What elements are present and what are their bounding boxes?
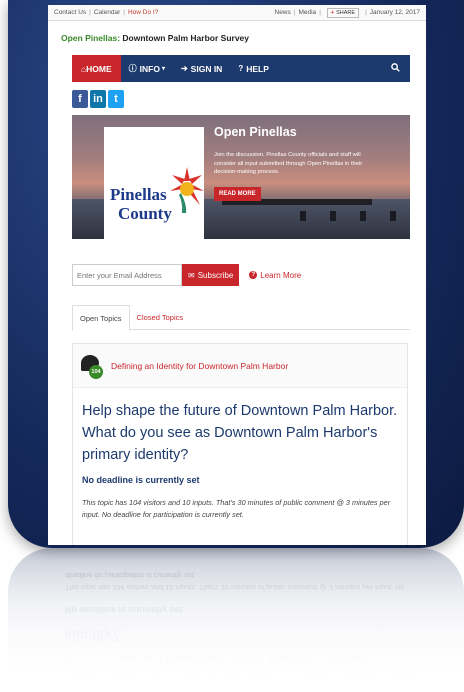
envelope-icon: ✉ [188, 270, 195, 280]
nav-home[interactable]: ⌂ HOME [72, 55, 121, 82]
learn-more-link[interactable]: ? Learn More [249, 271, 301, 280]
nav-help[interactable]: ? HELP [230, 64, 277, 74]
main-nav: ⌂ HOME ⓘ INFO ▾ ➔ SIGN IN ? HELP [72, 55, 410, 82]
learn-more-label: Learn More [260, 270, 302, 280]
hero-banner: Pinellas County Open Pinellas Join the d… [72, 115, 410, 239]
logo-line1: Pinellas [110, 185, 167, 204]
hero-description: Join the discussion. Pinellas County off… [214, 152, 363, 175]
nav-help-label: HELP [246, 63, 269, 74]
nav-signin-label: SIGN IN [190, 63, 223, 74]
nav-home-label: HOME [86, 63, 112, 74]
hero-chair [330, 211, 336, 221]
info-icon: ⓘ [128, 64, 137, 73]
linkedin-icon[interactable]: in [90, 90, 106, 108]
deadline-text: No deadline is currently set [82, 475, 200, 485]
hero-chair [360, 211, 366, 221]
county-logo: Pinellas County [104, 127, 204, 239]
logo-line2: County [118, 204, 172, 223]
topic-header: 104 Defining an Identity for Downtown Pa… [73, 344, 407, 388]
twitter-icon[interactable]: t [108, 90, 124, 108]
sun-logo-icon [170, 167, 204, 213]
question-icon: ? [249, 271, 258, 279]
tab-open-topics[interactable]: Open Topics [72, 305, 130, 331]
subscribe-row: ✉Subscribe ?Learn More [72, 264, 301, 286]
help-icon: ? [238, 64, 244, 73]
signin-icon: ➔ [180, 64, 188, 73]
reflection-fade [0, 548, 464, 692]
screen-content: ⌂HOME ⓘINFO▾ ➔SIGN IN ?HELP f in t [48, 5, 426, 545]
subscribe-label: Subscribe [197, 270, 234, 280]
comment-icon: 104 [81, 354, 103, 379]
county-logo-text: Pinellas County [110, 185, 172, 223]
hero-chair [300, 211, 306, 221]
topic-stats: This topic has 104 visitors and 10 input… [82, 498, 391, 519]
topic-question: Help shape the future of Downtown Palm H… [82, 403, 398, 463]
nav-info-label: INFO [139, 63, 160, 74]
topic-body: Help shape the future of Downtown Palm H… [73, 388, 407, 520]
topic-title-link[interactable]: Defining an Identity for Downtown Palm H… [111, 361, 288, 371]
facebook-icon[interactable]: f [72, 90, 88, 108]
hero-chair [390, 211, 396, 221]
topic-tabs: Open Topics Closed Topics [72, 305, 410, 331]
search-icon[interactable] [391, 63, 410, 74]
visitor-count-badge: 104 [89, 364, 103, 379]
social-links: f in t [72, 90, 124, 108]
topic-card: 104 Defining an Identity for Downtown Pa… [72, 343, 408, 545]
email-input[interactable] [72, 264, 182, 286]
chevron-down-icon: ▾ [161, 66, 165, 72]
hero-title: Open Pinellas [214, 125, 297, 139]
nav-info[interactable]: ⓘ INFO ▾ [121, 63, 173, 74]
nav-signin[interactable]: ➔ SIGN IN [173, 64, 230, 74]
tab-closed-topics[interactable]: Closed Topics [130, 305, 191, 330]
read-more-button[interactable]: READ MORE [214, 187, 261, 201]
subscribe-button[interactable]: ✉ Subscribe [182, 264, 240, 286]
